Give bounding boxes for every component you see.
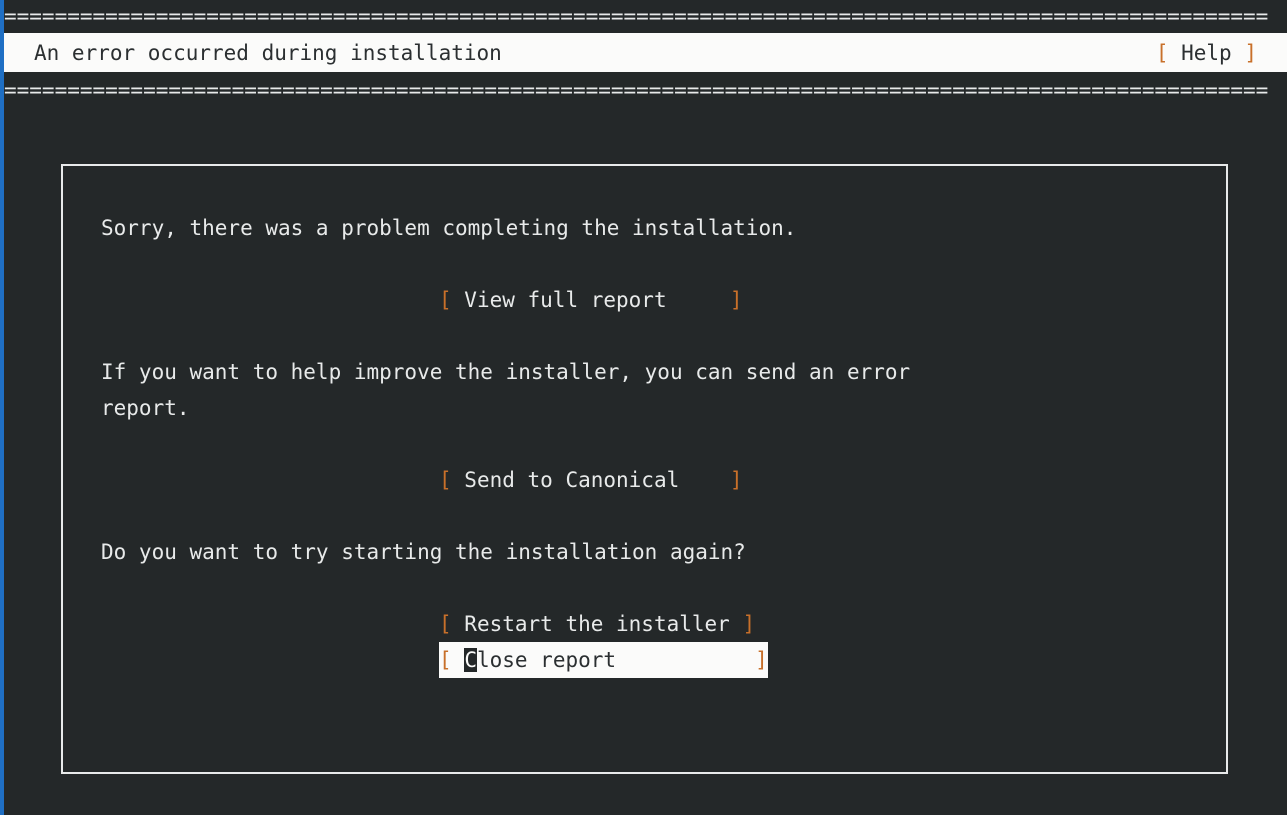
send-to-canonical-label: Send to Canonical [451, 468, 730, 492]
help-button-label: Help [1168, 40, 1245, 65]
terminal-screen: ========================================… [0, 0, 1287, 815]
close-bracket: ] [729, 288, 743, 312]
text-cursor: C [464, 648, 477, 672]
retry-question-text: Do you want to try starting the installa… [101, 540, 746, 564]
title-bar: An error occurred during installation [ … [4, 33, 1287, 72]
left-accent-bar [0, 0, 4, 815]
restart-the-installer-row: [ Restart the installer ] [101, 606, 1186, 642]
open-bracket: [ [439, 648, 452, 672]
close-report-row: [ Close report ] [101, 642, 1186, 678]
close-bracket: ] [755, 648, 768, 672]
open-bracket: [ [439, 612, 452, 636]
send-to-canonical-row: [ Send to Canonical ] [101, 462, 1186, 498]
close-bracket: ] [742, 612, 756, 636]
report-offer-text: If you want to help improve the installe… [101, 360, 911, 420]
error-dialog-body: Sorry, there was a problem completing th… [101, 210, 1186, 678]
error-dialog: Sorry, there was a problem completing th… [61, 164, 1228, 774]
restart-the-installer-button[interactable]: [ Restart the installer ] [439, 606, 755, 642]
header-rule-bottom: ========================================… [4, 76, 1287, 104]
view-full-report-label: View full report [451, 288, 730, 312]
open-bracket: [ [439, 288, 452, 312]
header-rule-top: ========================================… [4, 2, 1287, 30]
restart-the-installer-label: Restart the installer [451, 612, 743, 636]
view-full-report-row: [ View full report ] [101, 282, 1186, 318]
help-close-bracket: ] [1244, 40, 1257, 65]
intro-text: Sorry, there was a problem completing th… [101, 216, 797, 240]
help-button[interactable]: [ Help ] [1156, 35, 1275, 71]
open-bracket: [ [439, 468, 452, 492]
close-report-button[interactable]: [ Close report ] [439, 642, 768, 678]
send-to-canonical-button[interactable]: [ Send to Canonical ] [439, 462, 742, 498]
view-full-report-button[interactable]: [ View full report ] [439, 282, 742, 318]
close-report-label-prefix [452, 648, 465, 672]
close-report-label: lose report [476, 648, 756, 672]
page-title: An error occurred during installation [34, 40, 502, 65]
close-bracket: ] [729, 468, 743, 492]
help-open-bracket: [ [1155, 40, 1169, 65]
